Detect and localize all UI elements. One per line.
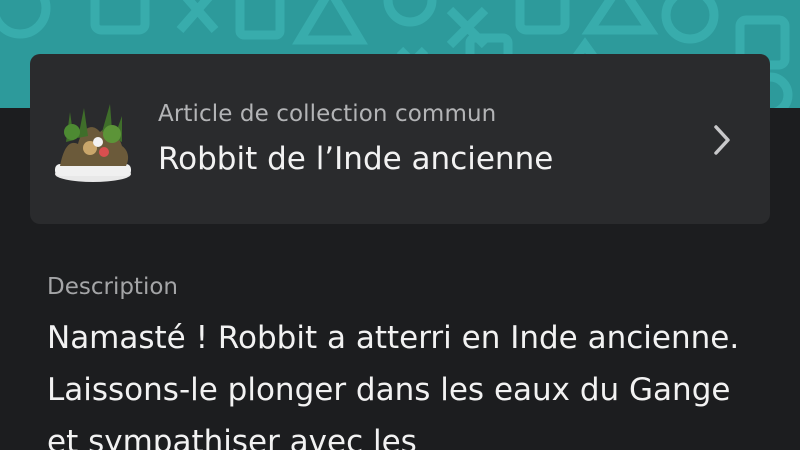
collectible-rarity: Article de collection commun <box>158 101 497 127</box>
chevron-right-icon[interactable] <box>708 122 736 158</box>
description-label: Description <box>47 274 178 300</box>
collectible-detail-screen: Article de collection commun Robbit de l… <box>0 0 800 450</box>
description-text: Namasté ! Robbit a atterri en Inde ancie… <box>47 320 740 450</box>
collectible-title: Robbit de l’Inde ancienne <box>158 141 554 177</box>
collectible-card[interactable] <box>30 54 770 224</box>
diorama-thumbnail <box>55 104 131 182</box>
